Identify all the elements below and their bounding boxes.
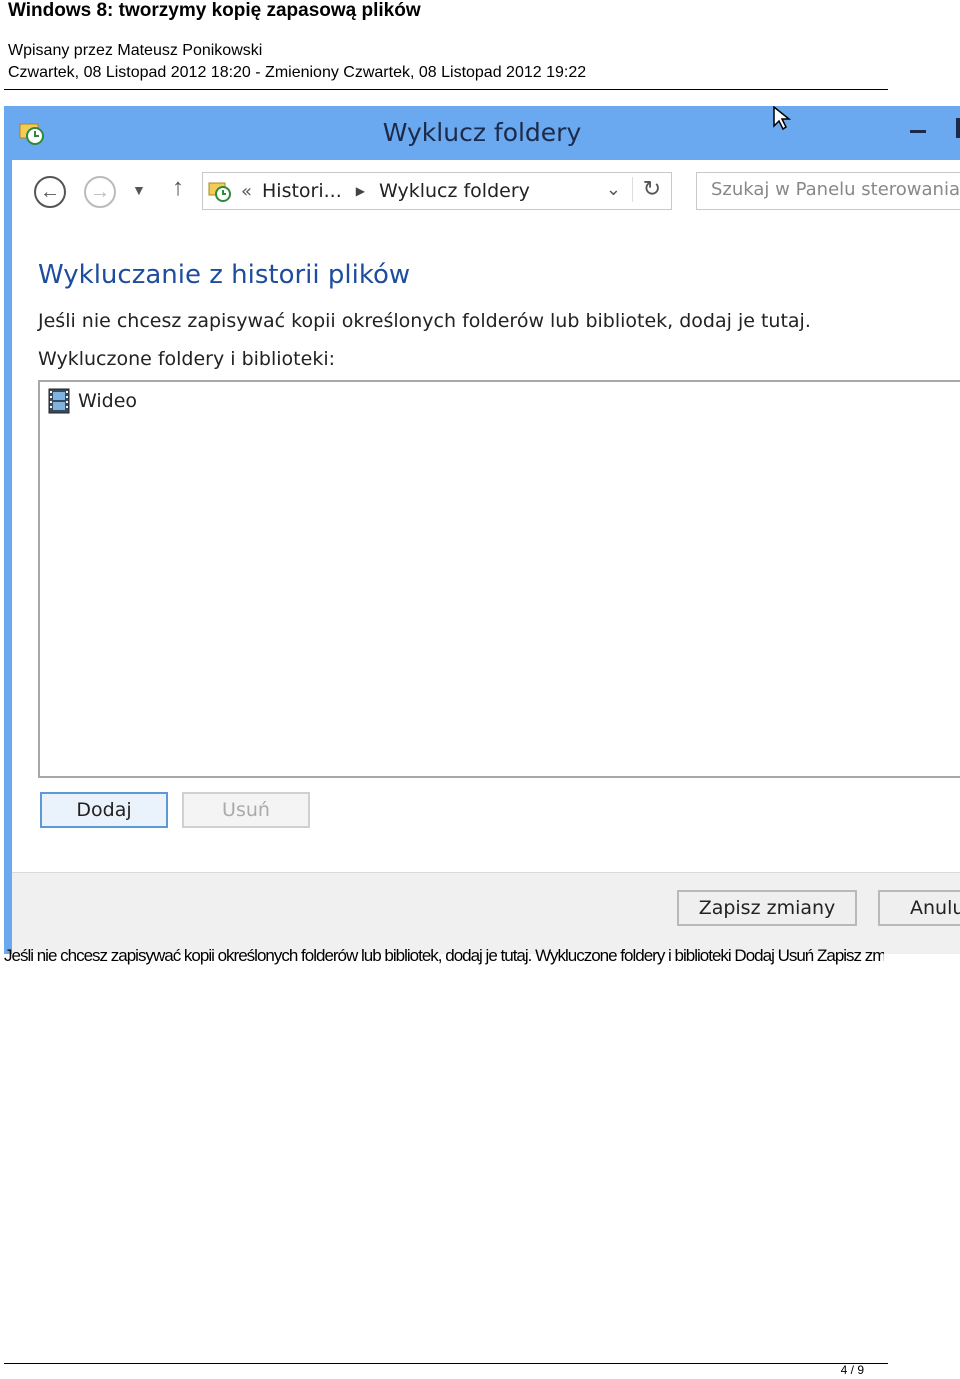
document-dates: Czwartek, 08 Listopad 2012 18:20 - Zmien… bbox=[8, 64, 587, 81]
breadcrumb-exclude-folders[interactable]: Wyklucz foldery bbox=[379, 180, 530, 202]
header-rule bbox=[4, 89, 888, 90]
back-arrow-icon[interactable]: ← bbox=[34, 176, 66, 208]
forward-arrow-icon[interactable]: → bbox=[84, 176, 116, 208]
page-description: Jeśli nie chcesz zapisywać kopii określo… bbox=[38, 310, 811, 332]
excluded-list-label: Wykluczone foldery i biblioteki: bbox=[38, 348, 335, 370]
page-heading: Wykluczanie z historii plików bbox=[38, 260, 411, 290]
file-history-icon bbox=[208, 182, 231, 202]
breadcrumb-arrow-icon[interactable]: ▶ bbox=[356, 184, 365, 198]
address-bar[interactable]: « Histori... ▶ Wyklucz foldery ⌄ ↻ bbox=[202, 172, 672, 210]
page-number: 4 / 9 bbox=[840, 1363, 864, 1377]
list-item[interactable]: Wideo bbox=[48, 388, 137, 414]
breadcrumb-history[interactable]: Histori... bbox=[262, 180, 342, 202]
chevron-down-icon[interactable]: ⌄ bbox=[606, 179, 621, 200]
overlapping-text-artifact: Jeśli nie chcesz zapisywać kopii określo… bbox=[4, 946, 884, 965]
exclude-folders-window: Wyklucz foldery ← → ▼ ↑ « Histori... ▶ W… bbox=[4, 106, 960, 954]
breadcrumb-overflow-icon[interactable]: « bbox=[241, 181, 252, 202]
window-client-area: ← → ▼ ↑ « Histori... ▶ Wyklucz foldery ⌄… bbox=[12, 160, 960, 954]
title-bar[interactable]: Wyklucz foldery bbox=[4, 106, 960, 160]
minimize-icon[interactable] bbox=[910, 130, 926, 133]
remove-button[interactable]: Usuń bbox=[182, 792, 310, 828]
excluded-folders-list[interactable]: Wideo bbox=[38, 380, 960, 778]
cancel-button[interactable]: Anulu bbox=[878, 890, 960, 926]
navigation-bar: ← → ▼ ↑ « Histori... ▶ Wyklucz foldery ⌄… bbox=[12, 160, 960, 220]
search-input[interactable]: Szukaj w Panelu sterowania bbox=[696, 172, 960, 210]
footer-rule bbox=[4, 1363, 888, 1364]
document-author: Wpisany przez Mateusz Ponikowski bbox=[8, 42, 263, 59]
recent-locations-dropdown-icon[interactable]: ▼ bbox=[132, 182, 146, 198]
list-item-label: Wideo bbox=[78, 390, 138, 412]
document-title: Windows 8: tworzymy kopię zapasową plikó… bbox=[8, 0, 421, 21]
up-arrow-icon[interactable]: ↑ bbox=[172, 174, 184, 202]
refresh-icon[interactable]: ↻ bbox=[631, 177, 661, 202]
mouse-cursor-icon bbox=[773, 106, 792, 131]
maximize-icon[interactable] bbox=[956, 118, 960, 138]
save-changes-button[interactable]: Zapisz zmiany bbox=[677, 890, 857, 926]
video-library-icon bbox=[48, 388, 70, 414]
window-title: Wyklucz foldery bbox=[382, 118, 582, 147]
add-button[interactable]: Dodaj bbox=[40, 792, 168, 828]
